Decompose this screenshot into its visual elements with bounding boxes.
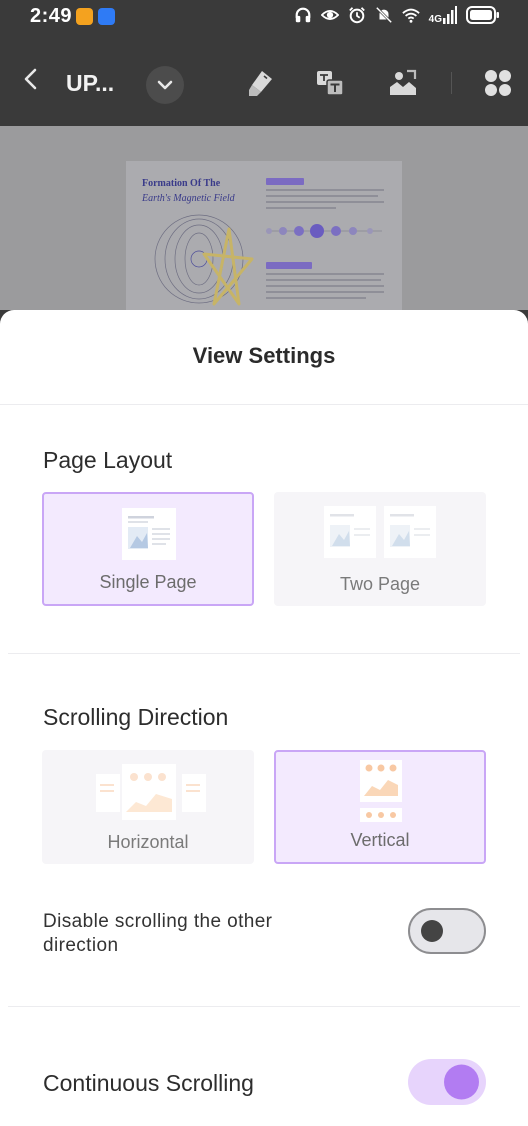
doc-text-line	[266, 189, 384, 191]
single-page-label: Single Page	[99, 572, 197, 592]
status-time: 2:49	[30, 5, 73, 27]
page-layout-title: Page Layout	[43, 447, 173, 473]
document-page: Formation Of The Earth's Magnetic Field	[126, 161, 402, 310]
signal-icon: 4G	[428, 6, 457, 25]
vertical-thumbnail	[360, 760, 402, 822]
notification-app-icon	[98, 8, 115, 25]
doc-text-line	[266, 297, 366, 299]
highlighter-icon[interactable]	[245, 68, 275, 98]
doc-text-line	[266, 201, 384, 203]
toolbar-divider	[451, 72, 452, 94]
headphones-icon	[295, 7, 311, 23]
disable-other-direction-toggle[interactable]	[408, 908, 486, 954]
disable-other-direction-label: Disable scrolling the other direction	[43, 911, 273, 956]
doc-text-line	[266, 279, 381, 281]
doc-text-line	[266, 207, 336, 209]
doc-text-line	[266, 291, 384, 293]
doc-section-tag	[266, 262, 312, 269]
title-dropdown-button[interactable]	[146, 66, 184, 104]
notification-app-icon	[76, 8, 93, 25]
mute-icon	[375, 6, 392, 24]
translate-icon[interactable]	[315, 68, 345, 98]
divider	[0, 404, 528, 405]
divider	[8, 653, 520, 654]
sheet-title: View Settings	[192, 343, 336, 368]
horizontal-option[interactable]: Horizontal	[42, 750, 254, 864]
vertical-option[interactable]: Vertical	[274, 750, 486, 864]
continuous-scrolling-toggle[interactable]	[408, 1059, 486, 1105]
doc-section-tag	[266, 178, 304, 185]
apps-icon[interactable]	[483, 68, 513, 98]
chevron-down-icon	[157, 80, 173, 90]
alarm-icon	[348, 7, 365, 24]
top-toolbar: UP...	[0, 34, 528, 126]
doc-timeline	[266, 224, 382, 238]
vertical-label: Vertical	[350, 830, 410, 850]
two-page-thumbnail	[324, 506, 436, 558]
scrolling-direction-title: Scrolling Direction	[43, 704, 229, 730]
toggle-knob	[421, 920, 443, 942]
doc-text-line	[266, 285, 384, 287]
eye-icon	[320, 10, 339, 20]
continuous-scrolling-label: Continuous Scrolling	[43, 1070, 254, 1096]
document-preview[interactable]: Formation Of The Earth's Magnetic Field	[0, 126, 528, 310]
two-page-label: Two Page	[339, 574, 421, 594]
network-type: 4G	[428, 14, 442, 25]
doc-text-line	[266, 273, 384, 275]
horizontal-label: Horizontal	[107, 832, 189, 852]
document-heading: Formation Of The	[142, 178, 221, 189]
single-page-thumbnail	[122, 508, 176, 560]
wifi-icon	[401, 8, 420, 23]
doc-text-line	[266, 195, 378, 197]
horizontal-thumbnail	[96, 764, 206, 820]
image-edit-icon[interactable]	[388, 68, 418, 98]
back-icon[interactable]	[16, 64, 46, 94]
battery-icon	[466, 6, 499, 24]
toggle-knob	[444, 1064, 479, 1100]
status-bar: 2:49 4G	[0, 0, 528, 34]
document-title[interactable]: UP...	[66, 70, 114, 97]
divider	[8, 1006, 520, 1007]
two-page-option[interactable]: Two Page	[274, 492, 486, 606]
magnetic-field-illustration	[154, 214, 254, 306]
view-settings-sheet: View Settings Page Layout Single Page Tw…	[0, 310, 528, 1126]
status-icons: 4G	[294, 5, 500, 25]
single-page-option[interactable]: Single Page	[42, 492, 254, 606]
document-subheading: Earth's Magnetic Field	[142, 193, 235, 204]
